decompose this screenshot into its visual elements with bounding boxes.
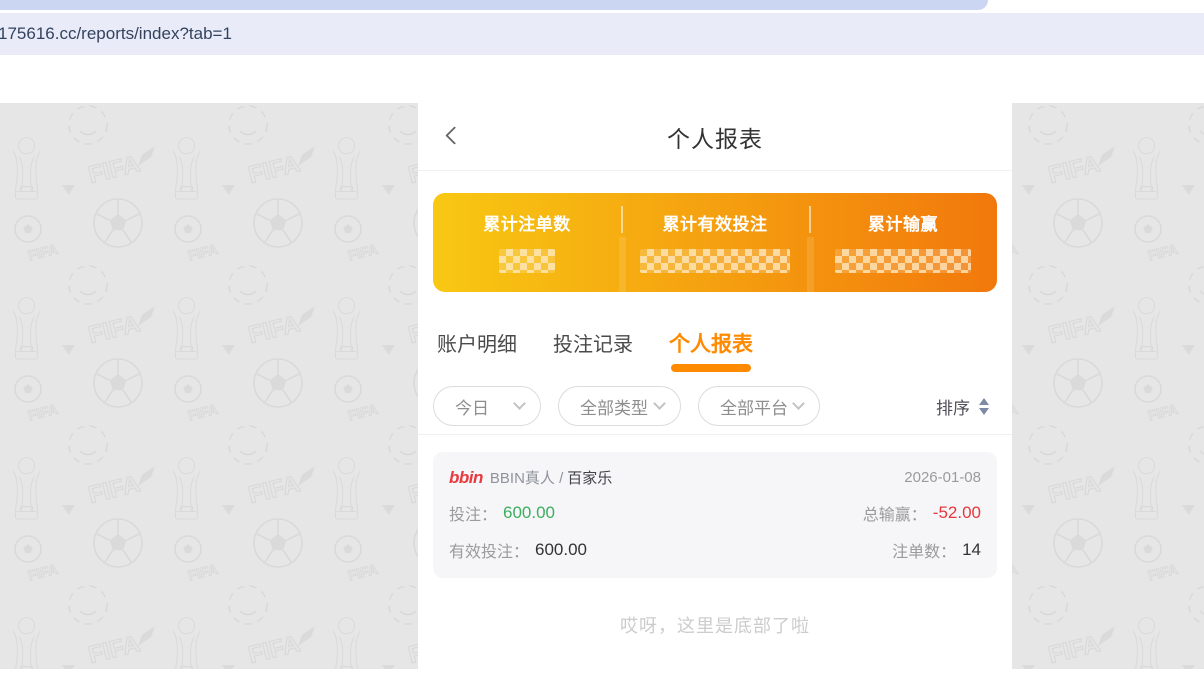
report-tabs: 账户明细 投注记录 个人报表: [437, 330, 753, 360]
order-count-value: 14: [962, 540, 981, 560]
total-winloss-label: 总输赢：: [863, 501, 927, 525]
report-panel: 个人报表 累计注单数 累计有效投注 累计输赢 账户明细 投注记录 个人报表 今日…: [418, 103, 1012, 669]
tab-bet-records[interactable]: 投注记录: [553, 330, 633, 360]
platform-filter-dropdown[interactable]: 全部平台: [698, 386, 820, 426]
type-filter-dropdown[interactable]: 全部类型: [558, 386, 681, 426]
page-title: 个人报表: [667, 120, 763, 154]
report-date: 2026-01-08: [904, 469, 981, 486]
report-row-valid: 有效投注： 600.00 注单数： 14: [449, 538, 981, 562]
redacted-value: [499, 249, 555, 273]
order-count-label: 注单数：: [892, 538, 956, 562]
bet-value: 600.00: [503, 503, 555, 523]
stat-label: 累计注单数: [433, 210, 621, 235]
url-text[interactable]: 175616.cc/reports/index?tab=1: [0, 24, 232, 44]
dropdown-label: 全部类型: [580, 394, 648, 419]
chevron-down-icon: [513, 397, 526, 410]
stat-win-loss: 累计输赢: [809, 193, 997, 292]
divider: [418, 434, 1012, 435]
total-winloss-value: -52.00: [933, 503, 981, 523]
active-tab-underline: [671, 364, 751, 372]
page-header: 个人报表: [418, 103, 1012, 171]
stat-total-orders: 累计注单数: [433, 193, 621, 292]
tab-personal-report[interactable]: 个人报表: [669, 330, 753, 360]
bet-label: 投注：: [449, 501, 497, 525]
valid-bet-label: 有效投注：: [449, 538, 529, 562]
game-name: 百家乐: [567, 467, 612, 488]
provider-name: BBIN真人 /: [490, 467, 563, 488]
browser-address-bar[interactable]: 175616.cc/reports/index?tab=1: [0, 13, 1204, 55]
stat-label: 累计有效投注: [621, 210, 809, 235]
dropdown-label: 全部平台: [720, 394, 788, 419]
tab-label: 个人报表: [669, 333, 753, 356]
report-row-bet: 投注： 600.00 总输赢： -52.00: [449, 501, 981, 525]
bbin-logo: bbin: [449, 468, 483, 488]
sort-control[interactable]: 排序: [936, 394, 999, 419]
stat-valid-bets: 累计有效投注: [621, 193, 809, 292]
date-filter-dropdown[interactable]: 今日: [433, 386, 541, 426]
sort-arrows-icon: [979, 398, 989, 415]
chevron-down-icon: [792, 397, 805, 410]
redacted-value: [640, 249, 790, 273]
tab-account-detail[interactable]: 账户明细: [437, 330, 517, 360]
sort-label: 排序: [936, 394, 970, 419]
list-end-message: 哎呀，这里是底部了啦: [418, 612, 1012, 638]
filter-bar: 今日 全部类型 全部平台 排序: [433, 386, 999, 426]
valid-bet-value: 600.00: [535, 540, 587, 560]
back-chevron-icon[interactable]: [445, 126, 463, 144]
redacted-value: [835, 249, 971, 273]
report-row-header: bbin BBIN真人 / 百家乐 2026-01-08: [449, 467, 981, 488]
chevron-down-icon: [653, 397, 666, 410]
report-list-item[interactable]: bbin BBIN真人 / 百家乐 2026-01-08 投注： 600.00 …: [433, 452, 997, 578]
summary-stats-card: 累计注单数 累计有效投注 累计输赢: [433, 193, 997, 292]
stat-label: 累计输赢: [809, 210, 997, 235]
dropdown-label: 今日: [455, 394, 489, 419]
browser-tab[interactable]: [0, 0, 988, 10]
